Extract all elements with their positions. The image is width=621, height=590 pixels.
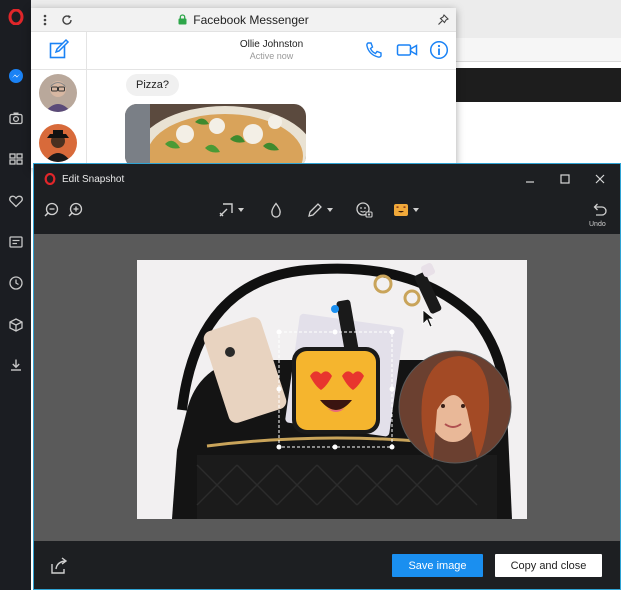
zoom-in-icon[interactable] [66, 200, 84, 220]
video-call-icon[interactable] [396, 40, 418, 60]
pin-icon[interactable] [435, 12, 451, 28]
snapshot-toolbar: Undo [34, 194, 620, 234]
heart-icon[interactable] [0, 187, 31, 215]
snapshot-footer: Save image Copy and close [34, 541, 620, 589]
address-bar-area [451, 38, 621, 62]
chevron-down-icon [238, 208, 244, 212]
opera-logo-icon [44, 173, 56, 185]
divider [87, 69, 456, 70]
blur-tool-icon[interactable] [267, 200, 285, 220]
grid-icon[interactable] [0, 145, 31, 173]
messenger-titlebar: Facebook Messenger [31, 8, 456, 32]
close-icon[interactable] [593, 172, 607, 186]
news-icon[interactable] [0, 228, 31, 256]
sticker-icon [394, 204, 408, 216]
divider [31, 69, 87, 70]
messenger-title: Facebook Messenger [31, 13, 456, 27]
pen-tool-dropdown[interactable] [306, 200, 333, 220]
download-icon[interactable] [0, 351, 31, 379]
save-image-button[interactable]: Save image [392, 554, 483, 577]
opera-logo[interactable] [0, 3, 31, 31]
food-photo[interactable] [125, 104, 306, 168]
page-dark-header [456, 68, 621, 102]
snapshot-title: Edit Snapshot [62, 174, 125, 185]
zoom-out-icon[interactable] [44, 200, 62, 220]
arrow-tool-dropdown[interactable] [217, 200, 244, 220]
undo-label: Undo [589, 221, 606, 228]
snapshot-image[interactable] [137, 260, 527, 519]
info-icon[interactable] [429, 40, 449, 60]
cube-icon[interactable] [0, 311, 31, 339]
selfie-emoji-icon[interactable] [355, 200, 373, 220]
maximize-icon[interactable] [558, 172, 572, 186]
arrow-tool-icon [219, 203, 233, 217]
lock-icon [178, 14, 187, 25]
opera-sidebar [0, 0, 31, 590]
camera-icon[interactable] [0, 104, 31, 132]
snapshot-titlebar: Edit Snapshot [34, 164, 620, 194]
chevron-down-icon [413, 208, 419, 212]
undo-icon[interactable] [590, 200, 608, 220]
message-bubble: Pizza? [126, 74, 180, 96]
messenger-panel: Facebook Messenger Ollie Johnston Active… [31, 8, 456, 168]
avatar[interactable] [39, 74, 77, 112]
edit-snapshot-window: Edit Snapshot Undo Save image Copy and c… [33, 163, 621, 590]
messenger-icon[interactable] [0, 62, 31, 90]
share-icon[interactable] [49, 556, 69, 576]
sticker-tool-dropdown[interactable] [392, 200, 419, 220]
phone-icon[interactable] [364, 40, 384, 60]
history-icon[interactable] [0, 269, 31, 297]
minimize-icon[interactable] [523, 172, 537, 186]
avatar[interactable] [39, 124, 77, 162]
conversation-list [31, 32, 87, 168]
messenger-title-text: Facebook Messenger [193, 13, 309, 27]
snapshot-canvas[interactable] [34, 234, 620, 541]
compose-icon[interactable] [48, 38, 70, 60]
pen-icon [308, 203, 322, 217]
chevron-down-icon [327, 208, 333, 212]
copy-and-close-button[interactable]: Copy and close [495, 554, 602, 577]
